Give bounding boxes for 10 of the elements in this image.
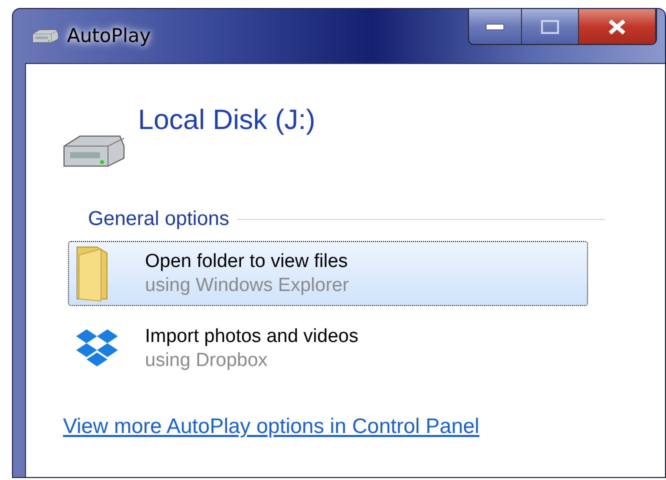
section-title: General options — [88, 208, 230, 231]
option-title: Import photos and videos — [145, 324, 358, 348]
option-item[interactable]: Open folder to view files using Windows Explorer — [68, 241, 588, 306]
device-name: Local Disk (J:) — [138, 104, 316, 136]
option-title: Open folder to view files — [145, 250, 349, 274]
option-subtitle: using Windows Explorer — [145, 274, 349, 298]
window-title: AutoPlay — [67, 25, 151, 47]
control-panel-link[interactable]: View more AutoPlay options in Control Panel — [63, 415, 480, 439]
option-item[interactable]: Import photos and videos using Dropbox — [68, 316, 588, 381]
option-subtitle: using Dropbox — [145, 348, 269, 372]
